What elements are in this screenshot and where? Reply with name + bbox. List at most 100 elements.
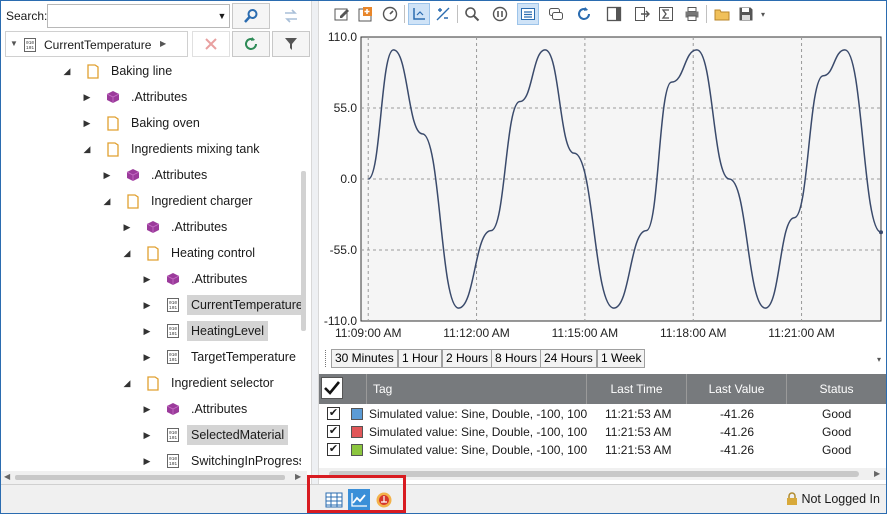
pen-color-swatch[interactable] bbox=[351, 426, 363, 438]
expand-arrow-icon[interactable]: ▶ bbox=[81, 92, 93, 103]
export-button[interactable] bbox=[631, 3, 653, 25]
scroll-right-icon[interactable]: ▶ bbox=[295, 472, 301, 481]
select-all-header[interactable] bbox=[319, 374, 367, 404]
tree-node[interactable]: ◢ Ingredient charger bbox=[101, 189, 256, 213]
clear-button[interactable] bbox=[192, 31, 230, 57]
search-input[interactable] bbox=[47, 4, 219, 28]
comment-button[interactable] bbox=[545, 3, 567, 25]
pause-button[interactable] bbox=[489, 3, 511, 25]
cursor-button[interactable] bbox=[408, 3, 430, 25]
tree-node-label[interactable]: .Attributes bbox=[187, 399, 251, 419]
chevron-down-icon[interactable]: ▼ bbox=[10, 39, 18, 48]
tree-node[interactable]: ◢ Ingredient selector bbox=[121, 371, 278, 395]
column-header-status[interactable]: Status bbox=[787, 374, 886, 404]
tag-tree[interactable]: ◢ Baking line ▶ .Attributes ▶ Baking oven ◢ Ing… bbox=[1, 59, 301, 471]
select-all-checkbox[interactable] bbox=[321, 377, 343, 399]
tree-node-label[interactable]: .Attributes bbox=[127, 87, 191, 107]
edit-button[interactable] bbox=[331, 3, 353, 25]
toolbar-overflow-button[interactable]: ▾ bbox=[757, 3, 769, 25]
statistics-button[interactable] bbox=[655, 3, 677, 25]
scroll-thumb[interactable] bbox=[15, 475, 285, 480]
expand-arrow-icon[interactable]: ▶ bbox=[101, 170, 113, 181]
expand-arrow-icon[interactable]: ▶ bbox=[141, 300, 153, 311]
tree-node-label[interactable]: Ingredients mixing tank bbox=[127, 139, 264, 159]
table-row[interactable]: ✔ Simulated value: Sine, Double, -100, 10… bbox=[319, 441, 886, 459]
collapse-arrow-icon[interactable]: ◢ bbox=[61, 66, 73, 77]
refresh-button[interactable] bbox=[232, 31, 270, 57]
breadcrumb[interactable]: ▼ 010 101 CurrentTemperature ▶ bbox=[5, 31, 188, 57]
range-1-hour-button[interactable]: 1 Hour bbox=[398, 349, 443, 368]
range-2-hours-button[interactable]: 2 Hours bbox=[442, 349, 493, 368]
tree-node[interactable]: ▶ 010 101 HeatingLevel bbox=[141, 319, 268, 343]
expand-arrow-icon[interactable]: ▶ bbox=[141, 404, 153, 415]
realtime-button[interactable] bbox=[379, 3, 401, 25]
tree-node-label[interactable]: Heating control bbox=[167, 243, 259, 263]
tree-node[interactable]: ▶ .Attributes bbox=[141, 267, 251, 291]
expand-arrow-icon[interactable]: ▶ bbox=[141, 274, 153, 285]
tree-node[interactable]: ▶ 010 101 TargetTemperature bbox=[141, 345, 300, 369]
expand-arrow-icon[interactable]: ▶ bbox=[81, 118, 93, 129]
tree-node-label[interactable]: .Attributes bbox=[187, 269, 251, 289]
range-30-minutes-button[interactable]: 30 Minutes bbox=[331, 349, 398, 368]
range-8-hours-button[interactable]: 8 Hours bbox=[491, 349, 542, 368]
collapse-arrow-icon[interactable]: ◢ bbox=[121, 248, 133, 259]
scroll-thumb[interactable] bbox=[329, 471, 859, 477]
chevron-down-icon[interactable]: ▾ bbox=[877, 355, 881, 364]
tree-node[interactable]: ▶ .Attributes bbox=[101, 163, 211, 187]
zoom-button[interactable] bbox=[461, 3, 483, 25]
swap-button[interactable] bbox=[272, 3, 310, 29]
pane-splitter[interactable] bbox=[311, 1, 319, 484]
collapse-arrow-icon[interactable]: ◢ bbox=[121, 378, 133, 389]
tree-node-label[interactable]: .Attributes bbox=[167, 217, 231, 237]
search-dropdown-button[interactable]: ▼ bbox=[215, 4, 230, 28]
panel-toggle-button[interactable] bbox=[603, 3, 625, 25]
tree-node-label[interactable]: Baking oven bbox=[127, 113, 204, 133]
scroll-left-icon[interactable]: ◀ bbox=[4, 472, 10, 481]
tree-node[interactable]: ▶ 010 101 SwitchingInProgress bbox=[141, 449, 301, 471]
row-checkbox[interactable]: ✔ bbox=[327, 407, 340, 420]
tree-node-label[interactable]: Ingredient selector bbox=[167, 373, 278, 393]
range-1-week-button[interactable]: 1 Week bbox=[597, 349, 646, 368]
expand-arrow-icon[interactable]: ▶ bbox=[141, 456, 153, 467]
add-pen-button[interactable] bbox=[355, 3, 377, 25]
column-header-last-value[interactable]: Last Value bbox=[687, 374, 787, 404]
scale-button[interactable] bbox=[432, 3, 454, 25]
print-button[interactable] bbox=[681, 3, 703, 25]
tree-node[interactable]: ◢ Heating control bbox=[121, 241, 259, 265]
row-checkbox[interactable]: ✔ bbox=[327, 443, 340, 456]
tree-node[interactable]: ▶ .Attributes bbox=[81, 85, 191, 109]
scroll-right-icon[interactable]: ▶ bbox=[874, 469, 880, 478]
collapse-arrow-icon[interactable]: ◢ bbox=[101, 196, 113, 207]
tree-node[interactable]: ▶ Baking oven bbox=[81, 111, 204, 135]
tree-node-label[interactable]: .Attributes bbox=[147, 165, 211, 185]
tree-node[interactable]: ◢ Baking line bbox=[61, 59, 176, 83]
expand-arrow-icon[interactable]: ▶ bbox=[141, 352, 153, 363]
column-header-tag[interactable]: Tag bbox=[367, 374, 587, 404]
trend-chart[interactable]: 110.055.00.0-55.0-110.0 11:09:00 AM 11:12… bbox=[319, 29, 886, 347]
tree-node-label[interactable]: Baking line bbox=[107, 61, 176, 81]
column-header-last-time[interactable]: Last Time bbox=[587, 374, 687, 404]
tree-node-label[interactable]: Ingredient charger bbox=[147, 191, 256, 211]
chevron-right-icon[interactable]: ▶ bbox=[160, 39, 166, 48]
range-24-hours-button[interactable]: 24 Hours bbox=[540, 349, 597, 368]
table-row[interactable]: ✔ Simulated value: Sine, Double, -100, 10… bbox=[319, 423, 886, 441]
tree-horizontal-scrollbar[interactable]: ◀ ▶ bbox=[1, 471, 307, 484]
legend-button[interactable] bbox=[517, 3, 539, 25]
tree-node-label[interactable]: CurrentTemperature bbox=[187, 295, 301, 315]
tree-node[interactable]: ◢ Ingredients mixing tank bbox=[81, 137, 264, 161]
row-checkbox[interactable]: ✔ bbox=[327, 425, 340, 438]
tree-node-label[interactable]: TargetTemperature bbox=[187, 347, 300, 367]
tree-node-label[interactable]: SelectedMaterial bbox=[187, 425, 289, 445]
filter-button[interactable] bbox=[272, 31, 310, 57]
table-row[interactable]: ✔ Simulated value: Sine, Double, -100, 10… bbox=[319, 405, 886, 423]
pen-color-swatch[interactable] bbox=[351, 444, 363, 456]
expand-arrow-icon[interactable]: ▶ bbox=[141, 326, 153, 337]
tree-node-label[interactable]: HeatingLevel bbox=[187, 321, 268, 341]
reload-button[interactable] bbox=[573, 3, 595, 25]
series-last-point[interactable] bbox=[879, 230, 883, 235]
grip-handle[interactable] bbox=[325, 350, 328, 367]
expand-arrow-icon[interactable]: ▶ bbox=[141, 430, 153, 441]
expand-arrow-icon[interactable]: ▶ bbox=[121, 222, 133, 233]
save-button[interactable] bbox=[735, 3, 757, 25]
tree-node-label[interactable]: SwitchingInProgress bbox=[187, 451, 301, 471]
